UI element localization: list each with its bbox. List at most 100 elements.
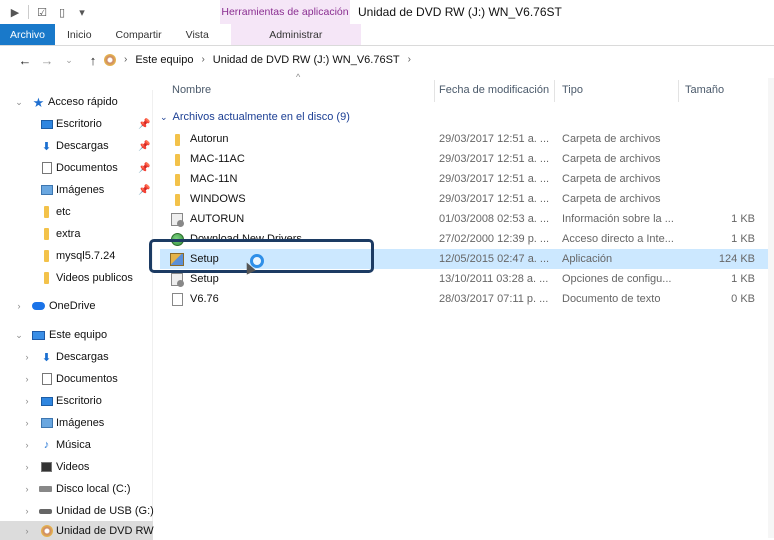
sidebar-item-videos-publicos[interactable]: Videos publicos bbox=[0, 268, 153, 288]
pin-icon[interactable]: 📌 bbox=[138, 119, 150, 130]
desktop-folder-icon bbox=[40, 118, 53, 130]
pin-icon[interactable]: 📌 bbox=[138, 163, 150, 174]
breadcrumb-dvd-drive[interactable]: Unidad de DVD RW (J:) WN_V6.76ST bbox=[213, 54, 400, 66]
expand-chevron-icon[interactable]: › bbox=[22, 396, 32, 406]
file-date: 13/10/2011 03:28 a. ... bbox=[439, 273, 549, 285]
tab-vista[interactable]: Vista bbox=[174, 24, 221, 45]
title-bar: ▶ ☑ ▯ ▾ Herramientas de aplicación Unida… bbox=[0, 0, 774, 24]
ribbon-tabs: Archivo Inicio Compartir Vista Administr… bbox=[0, 24, 774, 46]
sidebar-item-extra[interactable]: extra bbox=[0, 224, 153, 244]
file-size: 124 KB bbox=[718, 253, 755, 265]
expand-chevron-icon[interactable]: › bbox=[22, 440, 32, 450]
expand-chevron-icon[interactable]: › bbox=[22, 462, 32, 472]
folder-icon bbox=[40, 228, 53, 240]
window-title: Unidad de DVD RW (J:) WN_V6.76ST bbox=[358, 5, 562, 19]
table-row[interactable]: V6.76 28/03/2017 07:11 p. ... Documento … bbox=[160, 289, 774, 309]
file-date: 29/03/2017 12:51 a. ... bbox=[439, 173, 550, 185]
folder-icon bbox=[40, 272, 53, 284]
customize-qat-icon[interactable]: ▾ bbox=[75, 5, 89, 19]
breadcrumb-separator-icon[interactable]: › bbox=[408, 54, 411, 65]
column-header-size[interactable]: Tamaño bbox=[685, 78, 724, 102]
documents-folder-icon bbox=[40, 162, 53, 174]
qat-separator bbox=[28, 5, 29, 19]
up-arrow-icon[interactable]: ↑ bbox=[82, 49, 104, 71]
table-row[interactable]: MAC-11N 29/03/2017 12:51 a. ... Carpeta … bbox=[160, 169, 774, 189]
dvd-drive-icon bbox=[40, 525, 53, 537]
sidebar-item-etc[interactable]: etc bbox=[0, 202, 153, 222]
downloads-folder-icon: ⬇ bbox=[41, 140, 52, 153]
tab-archivo[interactable]: Archivo bbox=[0, 24, 56, 45]
file-type: Carpeta de archivos bbox=[562, 173, 661, 185]
expand-chevron-icon[interactable]: › bbox=[22, 526, 32, 536]
breadcrumb-este-equipo[interactable]: Este equipo bbox=[135, 54, 193, 66]
recent-locations-chevron-icon[interactable]: ⌄ bbox=[58, 49, 80, 71]
file-date: 01/03/2008 02:53 a. ... bbox=[439, 213, 550, 225]
table-row[interactable]: WINDOWS 29/03/2017 12:51 a. ... Carpeta … bbox=[160, 189, 774, 209]
column-divider[interactable] bbox=[554, 80, 555, 102]
tab-inicio[interactable]: Inicio bbox=[55, 24, 104, 45]
sidebar-item-documentos[interactable]: Documentos 📌 bbox=[0, 158, 153, 178]
sidebar-item-este-equipo[interactable]: ⌄ Este equipo bbox=[0, 325, 153, 345]
file-type: Opciones de configu... bbox=[562, 273, 672, 285]
file-name: MAC-11AC bbox=[190, 153, 245, 165]
computer-icon bbox=[32, 329, 45, 341]
column-divider[interactable] bbox=[434, 80, 435, 102]
expand-chevron-icon[interactable]: › bbox=[22, 418, 32, 428]
pin-icon[interactable]: 📌 bbox=[138, 185, 150, 196]
sidebar-item-pc-escritorio[interactable]: › Escritorio bbox=[0, 391, 153, 411]
sidebar-item-onedrive[interactable]: › OneDrive bbox=[0, 296, 153, 316]
back-arrow-icon[interactable]: ← bbox=[14, 49, 36, 71]
navigation-pane: ⌄ ★ Acceso rápido Escritorio 📌 ⬇ Descarg… bbox=[0, 90, 154, 540]
pictures-folder-icon bbox=[40, 184, 53, 196]
tab-administrar[interactable]: Administrar bbox=[230, 24, 361, 45]
table-row[interactable]: MAC-11AC 29/03/2017 12:51 a. ... Carpeta… bbox=[160, 149, 774, 169]
group-collapse-chevron-icon[interactable]: ⌄ bbox=[160, 112, 168, 123]
expand-chevron-icon[interactable]: › bbox=[14, 301, 24, 311]
file-size: 0 KB bbox=[731, 293, 755, 305]
sidebar-item-pc-descargas[interactable]: › ⬇ Descargas bbox=[0, 347, 153, 367]
expand-chevron-icon[interactable]: › bbox=[22, 374, 32, 384]
vertical-scrollbar[interactable] bbox=[768, 78, 774, 538]
table-row[interactable]: AUTORUN 01/03/2008 02:53 a. ... Informac… bbox=[160, 209, 774, 229]
breadcrumb-separator-icon[interactable]: › bbox=[124, 54, 127, 65]
address-bar[interactable]: › Este equipo › Unidad de DVD RW (J:) WN… bbox=[104, 49, 769, 70]
sidebar-item-pc-documentos[interactable]: › Documentos bbox=[0, 369, 153, 389]
properties-icon[interactable]: ☑ bbox=[35, 5, 49, 19]
column-divider[interactable] bbox=[678, 80, 679, 102]
sidebar-item-imagenes[interactable]: Imágenes 📌 bbox=[0, 180, 153, 200]
documents-folder-icon bbox=[40, 373, 53, 385]
folder-icon bbox=[40, 250, 53, 262]
forward-arrow-icon[interactable]: → bbox=[36, 49, 58, 71]
pin-icon[interactable]: 📌 bbox=[138, 141, 150, 152]
new-folder-icon[interactable]: ▯ bbox=[55, 5, 69, 19]
sidebar-item-pc-videos[interactable]: › Videos bbox=[0, 457, 153, 477]
sidebar-item-mysql[interactable]: mysql5.7.24 bbox=[0, 246, 153, 266]
group-header[interactable]: ⌄ Archivos actualmente en el disco (9) bbox=[160, 108, 350, 126]
expand-chevron-icon[interactable]: › bbox=[22, 484, 32, 494]
breadcrumb-separator-icon[interactable]: › bbox=[201, 54, 204, 65]
sidebar-item-pc-imagenes[interactable]: › Imágenes bbox=[0, 413, 153, 433]
tab-compartir[interactable]: Compartir bbox=[104, 24, 174, 45]
sidebar-item-disco-local[interactable]: › Disco local (C:) bbox=[0, 479, 153, 499]
column-header-date[interactable]: Fecha de modificación bbox=[439, 78, 549, 102]
sidebar-item-descargas[interactable]: ⬇ Descargas 📌 bbox=[0, 136, 153, 156]
config-file-icon bbox=[170, 213, 184, 227]
file-date: 29/03/2017 12:51 a. ... bbox=[439, 193, 550, 205]
column-header-type[interactable]: Tipo bbox=[562, 78, 583, 102]
sidebar-item-usb[interactable]: › Unidad de USB (G:) bbox=[0, 501, 154, 521]
expand-chevron-icon[interactable]: › bbox=[22, 352, 32, 362]
table-row[interactable]: Autorun 29/03/2017 12:51 a. ... Carpeta … bbox=[160, 129, 774, 149]
file-name: AUTORUN bbox=[190, 213, 245, 225]
sidebar-item-escritorio[interactable]: Escritorio 📌 bbox=[0, 114, 153, 134]
sidebar-item-acceso-rapido[interactable]: ⌄ ★ Acceso rápido bbox=[0, 92, 153, 112]
file-date: 27/02/2000 12:39 p. ... bbox=[439, 233, 550, 245]
collapse-chevron-icon[interactable]: ⌄ bbox=[14, 97, 24, 108]
file-size bbox=[682, 189, 755, 209]
sidebar-item-pc-musica[interactable]: › ♪ Música bbox=[0, 435, 153, 455]
column-header-name[interactable]: Nombre bbox=[172, 78, 211, 102]
collapse-chevron-icon[interactable]: ⌄ bbox=[14, 330, 24, 341]
file-size bbox=[682, 169, 755, 189]
expand-chevron-icon[interactable]: › bbox=[22, 506, 32, 516]
app-icon[interactable]: ▶ bbox=[8, 5, 22, 19]
sidebar-item-dvd-drive[interactable]: › Unidad de DVD RW bbox=[0, 521, 154, 540]
